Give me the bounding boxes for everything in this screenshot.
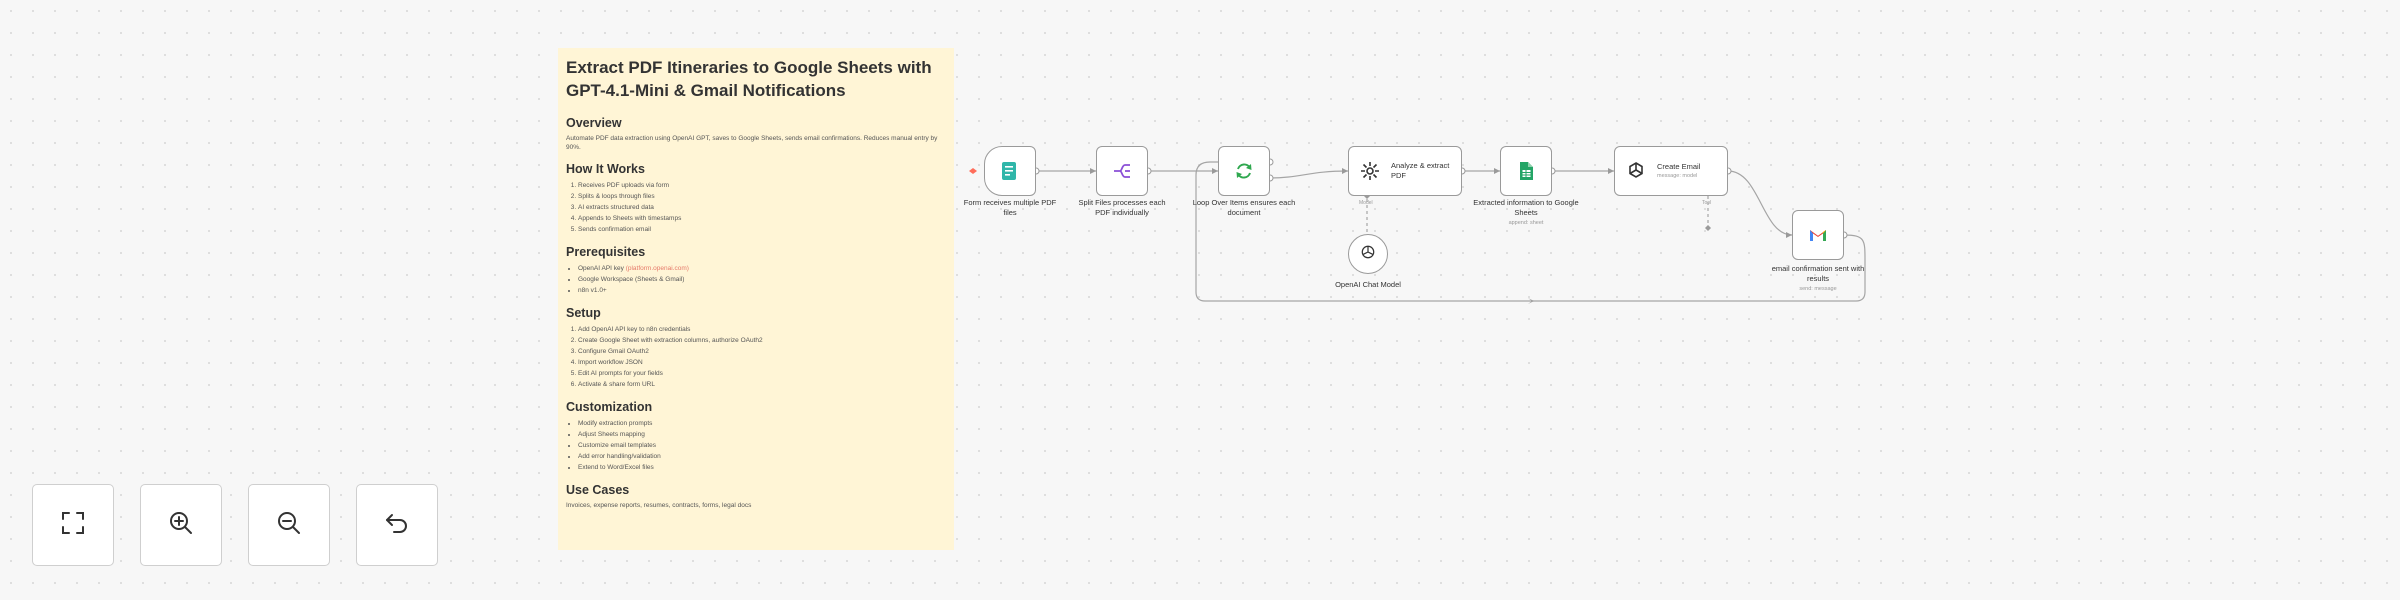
gmail-node[interactable]: [1792, 210, 1844, 260]
gmail-title: email confirmation sent with results: [1771, 264, 1865, 283]
google-sheets-subtitle: append: sheet: [1508, 220, 1544, 226]
google-sheets-node[interactable]: [1500, 146, 1552, 196]
zoom-out-icon: [275, 509, 303, 542]
fit-view-button[interactable]: [32, 484, 114, 566]
tool-connector-label: Tool: [1702, 200, 1712, 206]
connection-email-gmail[interactable]: [1727, 170, 1793, 236]
reset-zoom-button[interactable]: [356, 484, 438, 566]
openai-chat-model-caption: OpenAI Chat Model: [1335, 280, 1401, 289]
loop-over-items-node[interactable]: [1218, 146, 1270, 196]
form-icon: [999, 160, 1021, 182]
google-sheets-caption: Extracted information to Google Sheets a…: [1472, 198, 1580, 228]
create-email-title: Create Email: [1657, 161, 1701, 171]
undo-icon: [383, 509, 411, 542]
trigger-marker-icon: [969, 168, 977, 174]
analyze-text: Analyze & extract PDF: [1391, 161, 1461, 181]
openai-chat-model-node[interactable]: [1348, 234, 1388, 274]
split-files-node[interactable]: [1096, 146, 1148, 196]
openai-icon: [1359, 160, 1381, 182]
loop-over-items-caption: Loop Over Items ensures each document: [1192, 198, 1296, 217]
zoom-in-button[interactable]: [140, 484, 222, 566]
google-sheets-icon: [1515, 160, 1537, 182]
zoom-out-button[interactable]: [248, 484, 330, 566]
connection-loop-analyze[interactable]: [1269, 170, 1349, 179]
gmail-icon: [1807, 224, 1829, 246]
zoom-in-icon: [167, 509, 195, 542]
gmail-subtitle: send: message: [1799, 286, 1837, 292]
form-trigger-node[interactable]: [984, 146, 1036, 196]
form-trigger-caption: Form receives multiple PDF files: [963, 198, 1057, 217]
openai-icon: [1625, 160, 1647, 182]
model-connector-label: Model: [1359, 200, 1373, 206]
split-out-icon: [1111, 160, 1133, 182]
analyze-title: Analyze & extract PDF: [1391, 161, 1450, 180]
tool-connector-icon[interactable]: [1705, 225, 1711, 231]
split-files-caption: Split Files processes each PDF individua…: [1078, 198, 1166, 217]
create-email-subtitle: message: model: [1657, 172, 1698, 179]
create-email-node[interactable]: Create Email message: model: [1614, 146, 1728, 196]
create-email-text: Create Email message: model: [1657, 162, 1700, 181]
fit-view-icon: [59, 509, 87, 542]
openai-icon: [1359, 243, 1377, 266]
gmail-caption: email confirmation sent with results sen…: [1760, 264, 1876, 294]
google-sheets-title: Extracted information to Google Sheets: [1473, 198, 1579, 217]
analyze-extract-node[interactable]: Analyze & extract PDF: [1348, 146, 1462, 196]
loop-icon: [1233, 160, 1255, 182]
